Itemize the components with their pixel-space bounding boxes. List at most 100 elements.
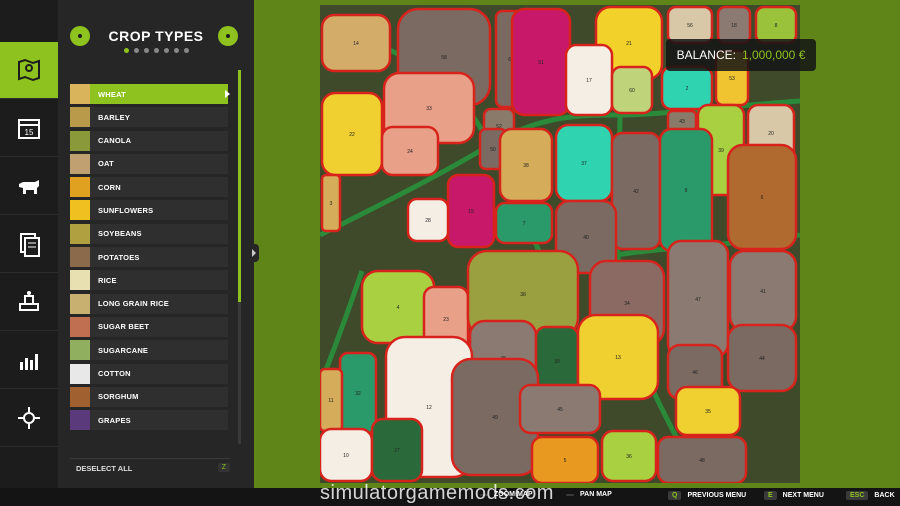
crop-item[interactable]: SUNFLOWERS — [70, 200, 228, 221]
map-field[interactable]: 6 — [726, 143, 798, 251]
field-number: 12 — [426, 405, 432, 411]
watermark-text: simulatorgamemods.com — [320, 482, 554, 504]
map-field[interactable]: 8 — [754, 5, 798, 45]
next-page-button[interactable] — [218, 26, 238, 46]
crop-thumbnail-icon — [70, 340, 90, 361]
page-dot[interactable] — [174, 48, 179, 53]
field-number: 5 — [564, 458, 567, 464]
map-field[interactable]: 17 — [564, 43, 614, 117]
map-field[interactable]: 35 — [674, 385, 742, 437]
page-dot[interactable] — [124, 48, 129, 53]
page-dot[interactable] — [144, 48, 149, 53]
page-dot[interactable] — [184, 48, 189, 53]
field-number: 37 — [581, 161, 587, 167]
crop-item[interactable]: RICE — [70, 270, 228, 291]
crop-label: LONG GRAIN RICE — [98, 299, 169, 309]
footer-hint[interactable]: Q PREVIOUS MENU — [668, 491, 746, 500]
field-number: 41 — [760, 289, 766, 295]
crop-item[interactable]: LONG GRAIN RICE — [70, 293, 228, 314]
map-field[interactable]: 2 — [660, 65, 714, 111]
footer-hint[interactable]: PAN MAP — [566, 491, 612, 498]
selected-arrow-icon — [225, 90, 230, 98]
collapse-panel-button[interactable] — [249, 244, 259, 262]
field-number: 4 — [397, 305, 400, 311]
crop-item[interactable]: GRAPES — [70, 410, 228, 431]
page-dot[interactable] — [154, 48, 159, 53]
map-field[interactable]: 15 — [446, 173, 496, 249]
crop-types-panel: CROP TYPES WHEAT BARLEY CANOLA OAT CORN SUNFL… — [58, 0, 254, 488]
map-field[interactable]: 10 — [320, 427, 374, 483]
field-number: 34 — [624, 301, 630, 307]
page-dot[interactable] — [134, 48, 139, 53]
map-field[interactable]: 56 — [666, 5, 714, 45]
crop-thumbnail-icon — [70, 200, 90, 221]
map-field[interactable]: 38 — [498, 127, 554, 203]
map-field[interactable]: 45 — [518, 383, 602, 435]
contracts-menu-button[interactable] — [0, 216, 58, 273]
crop-thumbnail-icon — [70, 84, 90, 104]
deselect-key-hint: Z — [217, 463, 230, 472]
map-field[interactable]: 9 — [658, 127, 714, 253]
field-number: 39 — [718, 148, 724, 154]
settings-menu-button[interactable] — [0, 390, 58, 447]
field-number: 20 — [768, 131, 774, 137]
crop-item[interactable]: BARLEY — [70, 107, 228, 128]
crop-item[interactable]: OAT — [70, 153, 228, 174]
map-field[interactable]: 7 — [494, 201, 554, 245]
field-number: 36 — [626, 454, 632, 460]
map-field[interactable]: 11 — [320, 367, 344, 433]
crop-label: SOYBEANS — [98, 229, 142, 239]
production-menu-button[interactable] — [0, 274, 58, 331]
map-field[interactable]: 44 — [726, 323, 798, 393]
crop-item[interactable]: CORN — [70, 177, 228, 198]
field-number: 60 — [629, 88, 635, 94]
map-field[interactable]: 14 — [320, 13, 392, 73]
map-field[interactable]: 47 — [666, 239, 730, 359]
map-field[interactable]: 48 — [656, 435, 748, 483]
map-field[interactable]: 28 — [406, 197, 450, 243]
map-field[interactable]: 32 — [338, 351, 378, 435]
statistics-menu-button[interactable] — [0, 332, 58, 389]
crop-thumbnail-icon — [70, 223, 90, 244]
settings-icon — [18, 407, 40, 429]
calendar-menu-button[interactable]: 15 — [0, 100, 58, 157]
map-menu-button[interactable] — [0, 42, 58, 99]
map-field[interactable]: 41 — [728, 249, 798, 333]
field-number: 56 — [687, 23, 693, 29]
field-number: 32 — [355, 391, 361, 397]
crop-item[interactable]: SORGHUM — [70, 386, 228, 407]
footer-hint[interactable]: ESC BACK — [846, 491, 895, 500]
crop-item[interactable]: WHEAT — [70, 84, 230, 104]
map-field[interactable]: 24 — [380, 125, 440, 177]
map-field[interactable]: 5 — [530, 435, 600, 483]
map-field[interactable]: 22 — [320, 91, 384, 177]
map-field[interactable]: 37 — [554, 123, 614, 203]
crop-item[interactable]: COTTON — [70, 363, 228, 384]
footer-hint-label: BACK — [874, 492, 895, 499]
deselect-all-button[interactable]: DESELECT ALL Z — [70, 458, 230, 477]
map-field[interactable]: 42 — [610, 131, 662, 251]
map-field[interactable]: 60 — [610, 65, 654, 115]
animals-menu-button[interactable] — [0, 158, 58, 215]
field-number: 17 — [586, 78, 592, 84]
chart-icon — [20, 354, 38, 370]
map-field[interactable]: 3 — [320, 173, 342, 233]
crop-label: CORN — [98, 182, 121, 192]
crop-label: SUGAR BEET — [98, 322, 150, 332]
footer-hint[interactable]: E NEXT MENU — [764, 491, 824, 500]
crop-item[interactable]: POTATOES — [70, 247, 228, 268]
map-field[interactable]: 27 — [370, 417, 424, 483]
footer-hint-label: PREVIOUS MENU — [687, 492, 747, 499]
crop-item[interactable]: SUGARCANE — [70, 340, 228, 361]
map-field[interactable]: 51 — [510, 7, 572, 117]
crop-item[interactable]: SOYBEANS — [70, 223, 228, 244]
map-icon — [18, 58, 40, 82]
map-canvas[interactable]: 1458625121561881760253435222332450392038… — [320, 5, 800, 483]
map-field[interactable]: 36 — [600, 429, 658, 483]
crop-item[interactable]: SUGAR BEET — [70, 316, 228, 337]
scrollbar-thumb[interactable] — [238, 70, 241, 302]
map-field[interactable]: 18 — [716, 5, 752, 45]
crop-item[interactable]: CANOLA — [70, 130, 228, 151]
farm-map[interactable]: 1458625121561881760253435222332450392038… — [320, 5, 800, 483]
page-dot[interactable] — [164, 48, 169, 53]
